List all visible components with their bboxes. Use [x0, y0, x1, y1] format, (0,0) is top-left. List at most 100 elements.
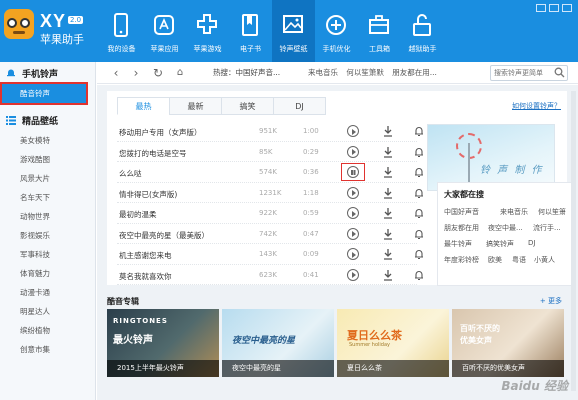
- hot-keyword[interactable]: 中国好声音: [444, 207, 479, 217]
- tab-dj[interactable]: DJ: [273, 97, 326, 115]
- hot-keyword[interactable]: 欧美: [488, 255, 502, 265]
- plus-circle-icon: [326, 15, 346, 35]
- refresh-icon[interactable]: ↻: [151, 66, 165, 80]
- hot-keyword[interactable]: DJ: [528, 239, 535, 247]
- play-icon[interactable]: [347, 227, 359, 240]
- hot-keyword[interactable]: 最牛铃声: [444, 239, 472, 249]
- pause-icon[interactable]: [347, 166, 359, 178]
- sidebar-group-ringtones[interactable]: 手机铃声: [0, 62, 95, 84]
- nav-label: 手机优化: [322, 45, 351, 53]
- scrollbar[interactable]: [571, 91, 576, 391]
- sidebar-item[interactable]: 缤纷植物: [0, 321, 95, 340]
- album-caption: 百听不厌的优美女声: [452, 360, 564, 377]
- sidebar-item[interactable]: 名车天下: [0, 188, 95, 207]
- play-icon[interactable]: [347, 145, 359, 158]
- sidebar-item-cool-ringtones[interactable]: 酷音铃声: [0, 82, 88, 105]
- song-name: 最初的温柔: [119, 210, 157, 219]
- ringtone-maker-banner[interactable]: 铃 声 制 作: [427, 124, 555, 191]
- nav-ringtones-wallpaper[interactable]: 铃声壁纸: [272, 0, 315, 62]
- app-name: XY: [40, 11, 67, 31]
- sidebar-item[interactable]: 影视娱乐: [0, 226, 95, 245]
- download-icon[interactable]: [383, 166, 393, 178]
- hot-keyword[interactable]: 流行手...: [533, 223, 561, 233]
- bell-icon[interactable]: [414, 166, 424, 178]
- play-icon[interactable]: [347, 186, 359, 199]
- download-icon[interactable]: [383, 207, 393, 219]
- hot-keyword[interactable]: 来电音乐: [500, 207, 528, 217]
- search-icon[interactable]: [554, 67, 565, 78]
- more-albums-link[interactable]: + 更多: [540, 296, 562, 306]
- home-icon[interactable]: ⌂: [173, 66, 187, 80]
- hot-keyword[interactable]: 朋友都在用: [444, 223, 479, 233]
- menu-button[interactable]: [536, 4, 546, 12]
- forward-icon[interactable]: ›: [129, 66, 143, 80]
- close-button[interactable]: [562, 4, 572, 12]
- nav-ebooks[interactable]: 电子书: [229, 0, 272, 62]
- sidebar-item[interactable]: 美女模特: [0, 131, 95, 150]
- download-icon[interactable]: [383, 248, 393, 260]
- hot-keyword[interactable]: 年度彩铃榜: [444, 255, 479, 265]
- play-icon[interactable]: [347, 125, 359, 137]
- sidebar-item[interactable]: 军事科技: [0, 245, 95, 264]
- tab-hottest[interactable]: 最热: [117, 97, 170, 115]
- album-card[interactable]: RINGTONES 最火铃声 2015上半年最火铃声: [107, 309, 219, 377]
- app-logo: [4, 9, 34, 39]
- download-icon[interactable]: [383, 125, 393, 137]
- bell-icon[interactable]: [414, 125, 424, 137]
- sidebar-group-wallpapers[interactable]: 精品壁纸: [0, 109, 95, 131]
- song-row: 您拨打的电话是空号 85K 0:29: [117, 142, 423, 162]
- nav-label: 电子书: [240, 45, 261, 53]
- hot-link[interactable]: 来电音乐: [308, 68, 338, 77]
- bell-icon[interactable]: [414, 187, 424, 199]
- sidebar-item[interactable]: 风景大片: [0, 169, 95, 188]
- sidebar-item[interactable]: 创意市集: [0, 340, 95, 359]
- bell-icon[interactable]: [414, 146, 424, 158]
- hot-keyword[interactable]: 小黄人: [534, 255, 555, 265]
- hot-link[interactable]: 何以笙箫默: [346, 68, 384, 77]
- album-card[interactable]: 夜空中最亮的星 夜空中最亮的星: [222, 309, 334, 377]
- song-row-playing: 么么哒 574K 0:36: [117, 162, 423, 183]
- sidebar-item[interactable]: 体育魅力: [0, 264, 95, 283]
- nav-phone-optimize[interactable]: 手机优化: [315, 0, 358, 62]
- list-icon: [6, 116, 16, 125]
- hot-link[interactable]: 朋友都在用...: [392, 68, 437, 77]
- sidebar-item[interactable]: 游戏酷图: [0, 150, 95, 169]
- nav-apple-games[interactable]: 苹果游戏: [186, 0, 229, 62]
- tab-bar: 最热 最新 搞笑 DJ: [117, 97, 326, 115]
- nav-apple-apps[interactable]: 苹果应用: [143, 0, 186, 62]
- watermark: Baidu 经验: [501, 379, 568, 393]
- sidebar-item[interactable]: 动物世界: [0, 207, 95, 226]
- ringtone-panel: 最热 最新 搞笑 DJ 如何设置铃声？ 移动用户专用（女声版） 951K 1:0…: [107, 91, 575, 286]
- bell-icon[interactable]: [414, 248, 424, 260]
- hot-keyword[interactable]: 粤语: [512, 255, 526, 265]
- album-art-text: RINGTONES: [113, 317, 168, 325]
- album-card[interactable]: 百听不厌的 优美女声 百听不厌的优美女声: [452, 309, 564, 377]
- main-content: 最热 最新 搞笑 DJ 如何设置铃声？ 移动用户专用（女声版） 951K 1:0…: [97, 85, 578, 400]
- how-to-set-ringtone-link[interactable]: 如何设置铃声？: [512, 101, 561, 111]
- search-input[interactable]: [491, 66, 553, 80]
- download-icon[interactable]: [383, 187, 393, 199]
- download-icon[interactable]: [383, 228, 393, 240]
- album-art-text: 百听不厌的: [460, 324, 500, 333]
- hot-keyword[interactable]: 搞笑铃声: [486, 239, 514, 249]
- play-icon[interactable]: [347, 207, 359, 219]
- bell-icon[interactable]: [414, 269, 424, 281]
- nav-toolbox[interactable]: 工具箱: [358, 0, 401, 62]
- bell-icon[interactable]: [414, 228, 424, 240]
- hot-keyword[interactable]: 何以笙箫: [538, 207, 566, 217]
- album-card[interactable]: 夏日么么茶 Summer holiday 夏日么么茶: [337, 309, 449, 377]
- tab-funny[interactable]: 搞笑: [221, 97, 274, 115]
- sidebar-item[interactable]: 动漫卡通: [0, 283, 95, 302]
- hot-keyword[interactable]: 夜空中最...: [488, 223, 523, 233]
- nav-jailbreak-helper[interactable]: 越狱助手: [401, 0, 444, 62]
- nav-my-device[interactable]: 我的设备: [100, 0, 143, 62]
- download-icon[interactable]: [383, 146, 393, 158]
- sidebar-item[interactable]: 明星达人: [0, 302, 95, 321]
- play-icon[interactable]: [347, 248, 359, 260]
- back-icon[interactable]: ‹: [109, 66, 123, 80]
- minimize-button[interactable]: [549, 4, 559, 12]
- play-icon[interactable]: [347, 268, 359, 281]
- tab-newest[interactable]: 最新: [169, 97, 222, 115]
- download-icon[interactable]: [383, 269, 393, 281]
- bell-icon[interactable]: [414, 207, 424, 219]
